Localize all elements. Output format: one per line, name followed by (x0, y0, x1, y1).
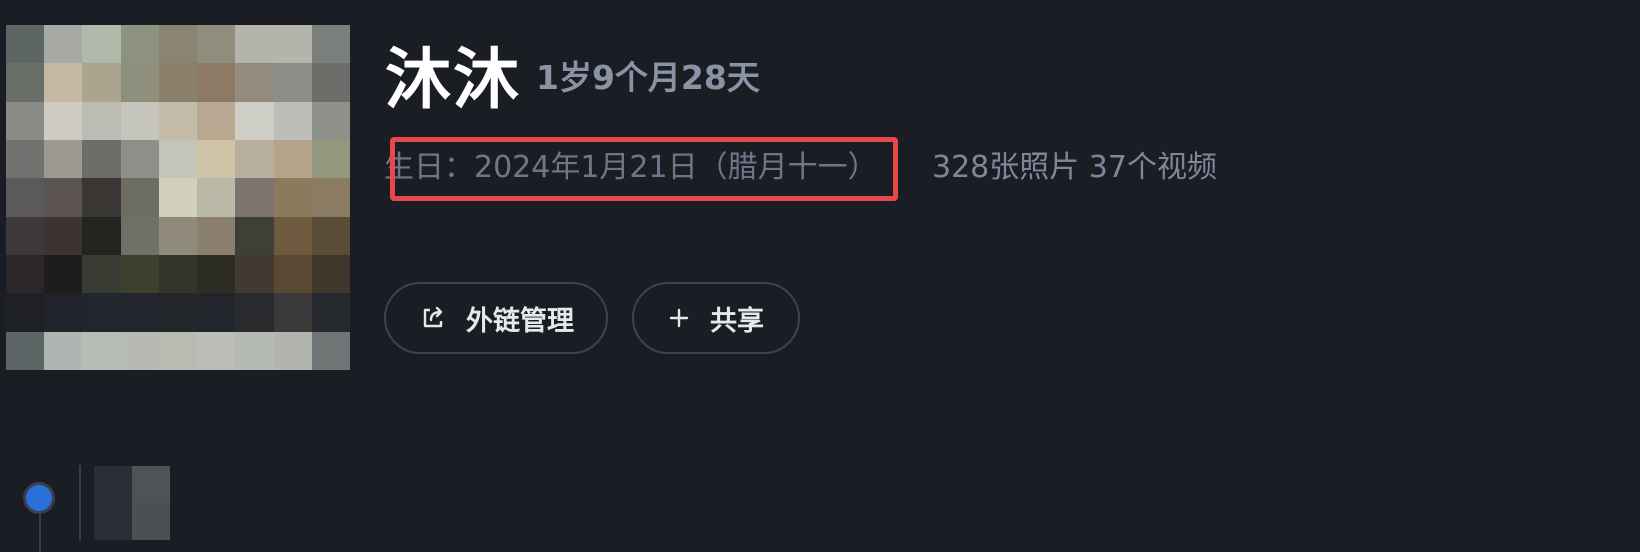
avatar-mosaic-cell (197, 331, 236, 370)
avatar-mosaic-cell (235, 216, 274, 255)
avatar-mosaic-cell (120, 25, 159, 64)
avatar-mosaic-cell (311, 293, 350, 332)
avatar[interactable] (6, 25, 350, 370)
avatar-mosaic-cell (120, 293, 159, 332)
avatar-mosaic-cell (6, 25, 45, 64)
share-button[interactable]: 共享 (632, 282, 800, 354)
avatar-mosaic-cell (82, 25, 121, 64)
avatar-mosaic-cell (273, 25, 312, 64)
avatar-mosaic-cell (311, 178, 350, 217)
avatar-mosaic-cell (311, 139, 350, 179)
avatar-mosaic-cell (235, 254, 274, 294)
avatar-mosaic-cell (197, 178, 236, 217)
avatar-mosaic-cell (311, 101, 350, 140)
profile-name: 沐沐 (385, 41, 521, 118)
external-link-manage-button[interactable]: 外链管理 (384, 282, 608, 354)
avatar-mosaic-cell (120, 331, 159, 370)
avatar-mosaic-cell (82, 178, 121, 217)
avatar-mosaic-cell (197, 216, 236, 255)
avatar-mosaic-cell (44, 293, 83, 332)
avatar-mosaic-cell (44, 139, 83, 179)
avatar-mosaic-cell (273, 331, 312, 370)
timeline-dot (23, 482, 55, 514)
avatar-mosaic-cell (273, 178, 312, 217)
external-link-icon (420, 305, 446, 331)
avatar-mosaic-cell (82, 254, 121, 294)
avatar-mosaic-cell (44, 331, 83, 370)
avatar-mosaic-cell (82, 139, 121, 179)
avatar-mosaic-cell (120, 254, 159, 294)
album-header: 沐沐 1岁9个月28天 生日：2024年1月21日（腊月十一） 328张照片 3… (0, 0, 1640, 552)
avatar-mosaic-cell (235, 178, 274, 217)
avatar-mosaic-cell (235, 63, 274, 102)
avatar-mosaic-cell (6, 216, 45, 255)
avatar-mosaic-cell (273, 139, 312, 179)
avatar-mosaic-cell (82, 63, 121, 102)
avatar-mosaic-cell (120, 139, 159, 179)
avatar-mosaic-cell (311, 63, 350, 102)
share-label: 共享 (710, 305, 764, 337)
avatar-mosaic-cell (6, 178, 45, 217)
avatar-mosaic-cell (235, 101, 274, 140)
avatar-mosaic-cell (273, 293, 312, 332)
avatar-mosaic-cell (6, 331, 45, 370)
avatar-mosaic-cell (120, 63, 159, 102)
avatar-mosaic-cell (158, 63, 198, 102)
media-counts: 328张照片 37个视频 (932, 150, 1217, 185)
avatar-mosaic-cell (6, 63, 45, 102)
avatar-mosaic-cell (273, 254, 312, 294)
avatar-mosaic-cell (273, 101, 312, 140)
avatar-mosaic-cell (311, 25, 350, 64)
avatar-mosaic-cell (6, 139, 45, 179)
avatar-mosaic-cell (82, 101, 121, 140)
avatar-mosaic-cell (197, 101, 236, 140)
avatar-mosaic-cell (311, 254, 350, 294)
avatar-mosaic-cell (158, 178, 198, 217)
avatar-mosaic-cell (197, 139, 236, 179)
avatar-mosaic-cell (197, 25, 236, 64)
avatar-mosaic-cell (44, 25, 83, 64)
avatar-mosaic-cell (44, 216, 83, 255)
avatar-mosaic-cell (158, 216, 198, 255)
photo-thumbnail[interactable] (94, 466, 170, 540)
avatar-mosaic-cell (235, 293, 274, 332)
avatar-mosaic-cell (120, 216, 159, 255)
avatar-mosaic-cell (120, 178, 159, 217)
avatar-mosaic-cell (82, 293, 121, 332)
avatar-mosaic-cell (158, 139, 198, 179)
avatar-mosaic-cell (158, 25, 198, 64)
avatar-mosaic-cell (6, 101, 45, 140)
avatar-mosaic-cell (235, 25, 274, 64)
avatar-mosaic-cell (44, 178, 83, 217)
avatar-mosaic-cell (44, 63, 83, 102)
avatar-mosaic-cell (311, 216, 350, 255)
avatar-mosaic-cell (197, 293, 236, 332)
avatar-mosaic-cell (44, 254, 83, 294)
avatar-mosaic-cell (158, 254, 198, 294)
plus-icon (668, 307, 690, 329)
avatar-mosaic-cell (273, 63, 312, 102)
avatar-mosaic-cell (235, 139, 274, 179)
external-link-manage-label: 外链管理 (466, 305, 574, 337)
avatar-mosaic-cell (6, 254, 45, 294)
avatar-mosaic-cell (158, 101, 198, 140)
avatar-mosaic-cell (82, 331, 121, 370)
avatar-mosaic-cell (44, 101, 83, 140)
avatar-mosaic-cell (82, 216, 121, 255)
profile-age: 1岁9个月28天 (536, 58, 760, 97)
avatar-mosaic-cell (120, 101, 159, 140)
avatar-mosaic-cell (235, 331, 274, 370)
avatar-mosaic-cell (158, 331, 198, 370)
avatar-mosaic-cell (273, 216, 312, 255)
avatar-mosaic-cell (158, 293, 198, 332)
avatar-mosaic-cell (311, 331, 350, 370)
avatar-mosaic-cell (197, 63, 236, 102)
avatar-mosaic-cell (6, 293, 45, 332)
annotation-highlight-box (390, 137, 898, 201)
avatar-mosaic-cell (197, 254, 236, 294)
timeline-line (39, 514, 41, 552)
timeline-divider (79, 465, 81, 540)
